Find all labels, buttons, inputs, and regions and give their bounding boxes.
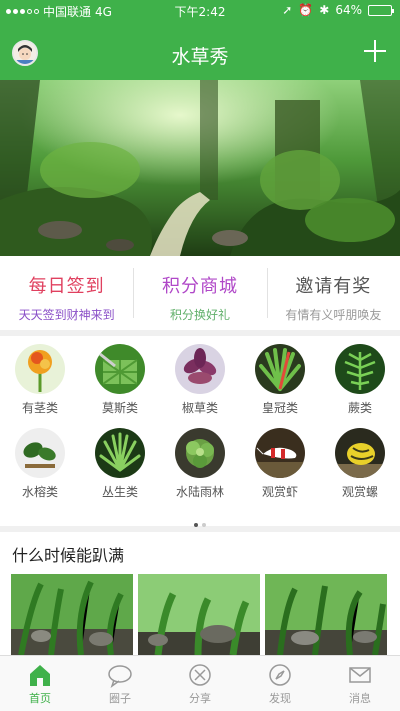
tab-label: 分享 xyxy=(189,692,211,705)
snail-icon xyxy=(335,428,385,478)
home-icon xyxy=(30,665,50,686)
battery-percent: 64% xyxy=(335,3,362,17)
feature-row: 每日签到 天天签到财神来到 积分商城 积分换好礼 邀请有奖 有情有义呼朋唤友 xyxy=(0,256,400,330)
feature-subtitle: 积分换好礼 xyxy=(169,308,230,322)
feature-subtitle: 有情有义呼朋唤友 xyxy=(285,308,382,322)
post-thumbnail[interactable] xyxy=(11,574,133,655)
featured-post[interactable]: 什么时候能趴满 xyxy=(0,532,400,655)
category-item-ferns[interactable]: 蕨类 xyxy=(320,344,400,428)
tab-discover[interactable]: 发现 xyxy=(240,656,320,711)
category-label: 蕨类 xyxy=(347,401,372,415)
tab-share[interactable]: 分享 xyxy=(160,656,240,711)
post-thumbnail[interactable] xyxy=(138,574,260,655)
aquarium-photo xyxy=(138,574,260,655)
aquarium-photo xyxy=(11,574,133,655)
bluetooth-icon: ✱ xyxy=(319,3,330,17)
add-post-button[interactable] xyxy=(362,38,388,64)
category-label: 丛生类 xyxy=(101,485,138,499)
category-label: 水榕类 xyxy=(21,485,58,499)
cryptocoryne-icon xyxy=(175,344,225,394)
category-item-stem-plants[interactable]: 有茎类 xyxy=(0,344,80,428)
hero-banner[interactable] xyxy=(0,80,400,256)
category-grid: 有茎类 莫斯类 椒草类 皇冠类 蕨类 水榕类 丛生类 水陆雨林 观赏虾 观赏螺 xyxy=(0,336,400,527)
points-mall-button[interactable]: 积分商城 积分换好礼 xyxy=(133,256,266,330)
feature-title: 每日签到 xyxy=(28,276,105,297)
category-item-paludarium[interactable]: 水陆雨林 xyxy=(160,428,240,512)
category-item-ornamental-snails[interactable]: 观赏螺 xyxy=(320,428,400,512)
location-icon: ➚ xyxy=(282,3,293,17)
page-title: 水草秀 xyxy=(171,46,229,68)
aquascape-banner-image xyxy=(0,80,400,256)
category-label: 莫斯类 xyxy=(101,401,138,415)
aquarium-photo xyxy=(265,574,387,655)
shrimp-icon xyxy=(255,428,305,478)
category-item-ornamental-shrimp[interactable]: 观赏虾 xyxy=(240,428,320,512)
category-item-rosette-plants[interactable]: 丛生类 xyxy=(80,428,160,512)
chat-bubble-icon xyxy=(108,665,132,688)
page-indicator xyxy=(0,512,400,531)
feature-title: 邀请有奖 xyxy=(295,276,372,297)
category-label: 有茎类 xyxy=(21,401,58,415)
category-label: 观赏螺 xyxy=(341,485,378,499)
share-icon xyxy=(189,664,211,686)
tab-label: 圈子 xyxy=(109,692,131,705)
category-label: 椒草类 xyxy=(181,401,218,415)
category-label: 水陆雨林 xyxy=(175,485,224,499)
tab-label: 发现 xyxy=(269,692,291,705)
daily-checkin-button[interactable]: 每日签到 天天签到财神来到 xyxy=(0,256,133,330)
fern-icon xyxy=(335,344,385,394)
nav-bar: 水草秀 xyxy=(0,22,400,80)
top-bar: 中国联通 4G 下午2:42 ➚ ⏰ ✱ 64% 水草秀 xyxy=(0,0,400,80)
category-item-cryptocoryne[interactable]: 椒草类 xyxy=(160,344,240,428)
alarm-icon: ⏰ xyxy=(298,3,314,17)
category-item-sword-plants[interactable]: 皇冠类 xyxy=(240,344,320,428)
stem-plant-icon xyxy=(15,344,65,394)
category-item-moss[interactable]: 莫斯类 xyxy=(80,344,160,428)
compass-icon xyxy=(269,664,291,686)
feature-title: 积分商城 xyxy=(161,276,238,297)
post-thumbnails xyxy=(11,574,387,655)
invite-reward-button[interactable]: 邀请有奖 有情有义呼朋唤友 xyxy=(266,256,400,330)
feature-subtitle: 天天签到财神来到 xyxy=(18,308,115,322)
tab-messages[interactable]: 消息 xyxy=(320,656,400,711)
rosette-plant-icon xyxy=(95,428,145,478)
category-label: 观赏虾 xyxy=(261,485,298,499)
page-dot-active xyxy=(194,523,198,527)
battery-icon xyxy=(368,4,394,16)
category-item-anubias[interactable]: 水榕类 xyxy=(0,428,80,512)
category-label: 皇冠类 xyxy=(261,401,298,415)
post-title: 什么时候能趴满 xyxy=(12,546,125,565)
moss-icon xyxy=(95,344,145,394)
tab-bar: 首页 圈子 分享 发现 消息 xyxy=(0,655,400,711)
envelope-icon xyxy=(349,667,371,683)
sword-plant-icon xyxy=(255,344,305,394)
anubias-icon xyxy=(15,428,65,478)
paludarium-icon xyxy=(175,428,225,478)
tab-home[interactable]: 首页 xyxy=(0,656,80,711)
tab-circle[interactable]: 圈子 xyxy=(80,656,160,711)
page-dot xyxy=(202,523,206,527)
tab-label: 首页 xyxy=(29,692,51,705)
status-bar: 中国联通 4G 下午2:42 ➚ ⏰ ✱ 64% xyxy=(0,0,400,22)
post-thumbnail[interactable] xyxy=(265,574,387,655)
tab-label: 消息 xyxy=(349,692,371,705)
